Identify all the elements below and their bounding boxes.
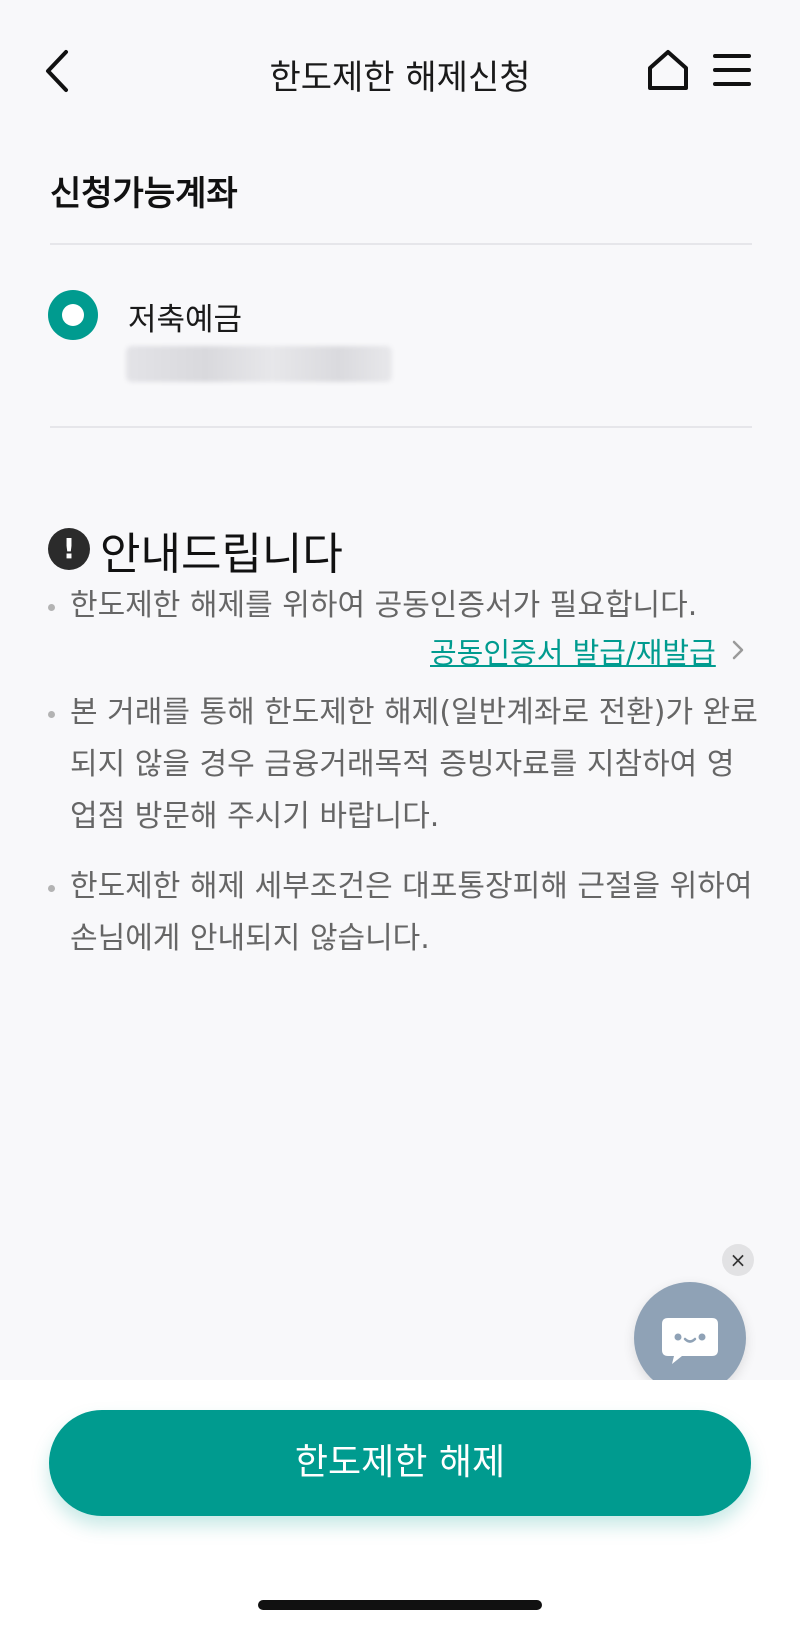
exclamation-circle-icon: ! xyxy=(48,528,90,570)
chatbot-icon xyxy=(662,1318,718,1364)
menu-button[interactable] xyxy=(712,48,752,92)
account-number-masked xyxy=(126,346,392,382)
bottom-action-bar: 한도제한 해제 xyxy=(0,1380,800,1628)
page: 한도제한 해제신청 신청가능계좌 저축예금 ! 안내드립니다 한도제한 해제를 … xyxy=(0,0,800,1628)
chatbot-close-button[interactable]: × xyxy=(722,1244,754,1276)
certificate-issue-link[interactable]: 공동인증서 발급/재발급 xyxy=(430,630,716,672)
notice-item: 본 거래를 통해 한도제한 해제(일반계좌로 전환)가 완료되지 않을 경우 금… xyxy=(48,687,758,843)
home-icon xyxy=(648,50,688,90)
account-option[interactable]: 저축예금 xyxy=(48,284,752,394)
notice-item: 한도제한 해제를 위하여 공동인증서가 필요합니다. xyxy=(48,580,758,632)
top-header: 한도제한 해제신청 xyxy=(0,32,800,112)
accounts-section-title: 신청가능계좌 xyxy=(50,174,238,214)
divider xyxy=(50,426,752,428)
chatbot-button[interactable] xyxy=(634,1282,746,1394)
radio-selected-icon[interactable] xyxy=(48,290,98,340)
divider xyxy=(50,243,752,245)
home-button[interactable] xyxy=(646,46,690,94)
home-indicator[interactable] xyxy=(258,1600,542,1610)
hamburger-menu-icon xyxy=(713,54,751,86)
chevron-right-icon[interactable] xyxy=(730,638,746,662)
notice-title: 안내드립니다 xyxy=(100,529,343,580)
account-name: 저축예금 xyxy=(128,302,243,338)
notice-item: 한도제한 해제 세부조건은 대포통장피해 근절을 위하여 손님에게 안내되지 않… xyxy=(48,861,758,965)
release-limit-button[interactable]: 한도제한 해제 xyxy=(49,1410,751,1516)
